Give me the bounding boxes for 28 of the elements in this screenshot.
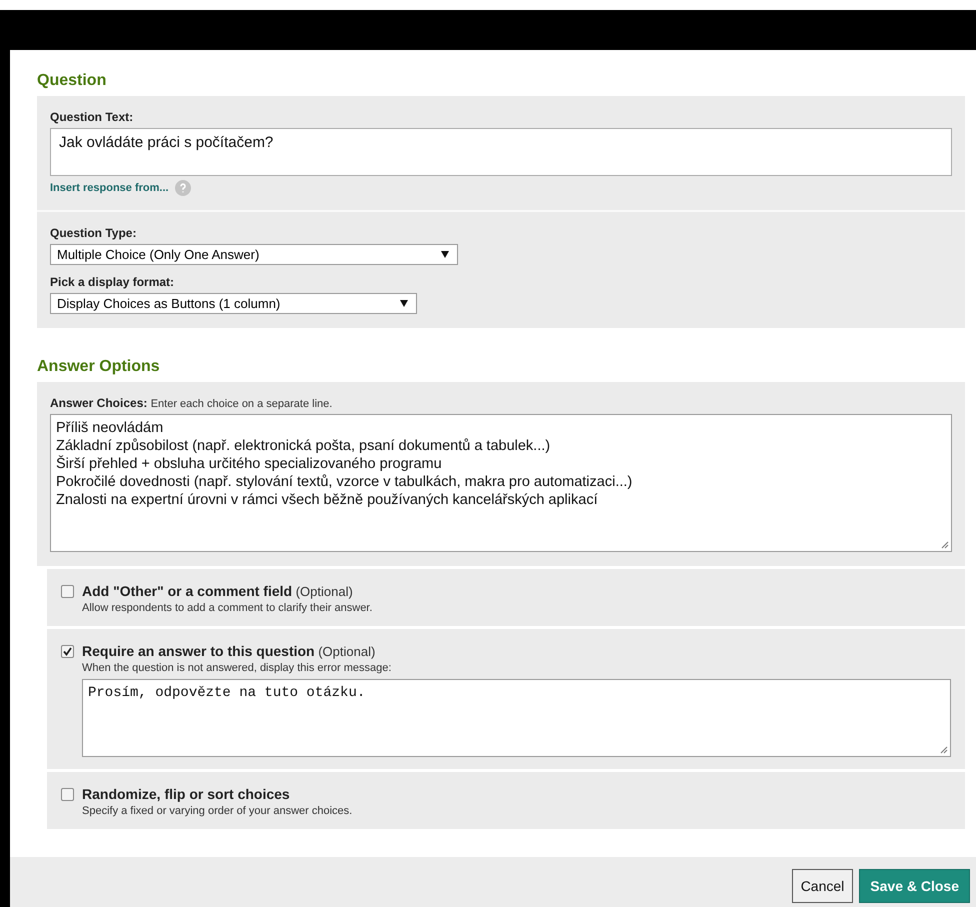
insert-response-link[interactable]: Insert response from... xyxy=(50,182,169,194)
option-label: Add "Other" or a comment field (Optional) xyxy=(82,583,354,599)
option-label: Require an answer to this question (Optional) xyxy=(82,643,376,659)
section-heading: Question xyxy=(37,72,108,90)
save-button[interactable]: Save & Close xyxy=(859,869,970,903)
check-icon xyxy=(63,647,72,656)
resize-grip-icon[interactable] xyxy=(940,746,948,754)
field-label: Answer Choices: Enter each choice on a separate line. xyxy=(50,396,334,410)
option-hint: Specify a fixed or varying order of your answer choices. xyxy=(82,805,354,817)
answer-choices-field[interactable]: Příliš neovládám Základní způsobilost (např. elektronická pošta, psaní dokumentů a tabulek...) Širší přehled + obsluha určitého specializovaného programu Pokročilé dovednosti (např. stylování textů, vzorce v tabulkách, makra pro automatizaci...) Znalosti na expertní úrovni v rámci všech běžně používaných kancelářských aplikací xyxy=(50,414,952,552)
question-type-dropdown[interactable]: Multiple Choice (Only One Answer) xyxy=(50,244,458,265)
section-heading: Answer Options xyxy=(37,358,161,376)
question-text-field[interactable]: Jak ovládáte práci s počítačem? xyxy=(50,128,952,176)
caret-icon xyxy=(400,300,408,307)
error-message-field[interactable]: Prosím, odpovězte na tuto otázku. xyxy=(82,679,951,757)
caret-icon xyxy=(441,251,449,258)
option-hint: When the question is not answered, display this error message: xyxy=(82,662,392,674)
option-hint: Allow respondents to add a comment to clarify their answer. xyxy=(82,602,374,614)
checkbox[interactable] xyxy=(61,788,74,801)
checkbox[interactable] xyxy=(61,645,74,658)
field-label: Question Text: xyxy=(50,110,134,124)
display-format-dropdown[interactable]: Display Choices as Buttons (1 column) xyxy=(50,293,417,314)
checkbox[interactable] xyxy=(61,585,74,598)
field-label: Question Type: xyxy=(50,226,138,240)
resize-grip-icon[interactable] xyxy=(941,541,949,549)
cancel-button[interactable]: Cancel xyxy=(792,869,854,903)
field-label: Pick a display format: xyxy=(50,275,176,289)
option-label: Randomize, flip or sort choices xyxy=(82,786,291,802)
